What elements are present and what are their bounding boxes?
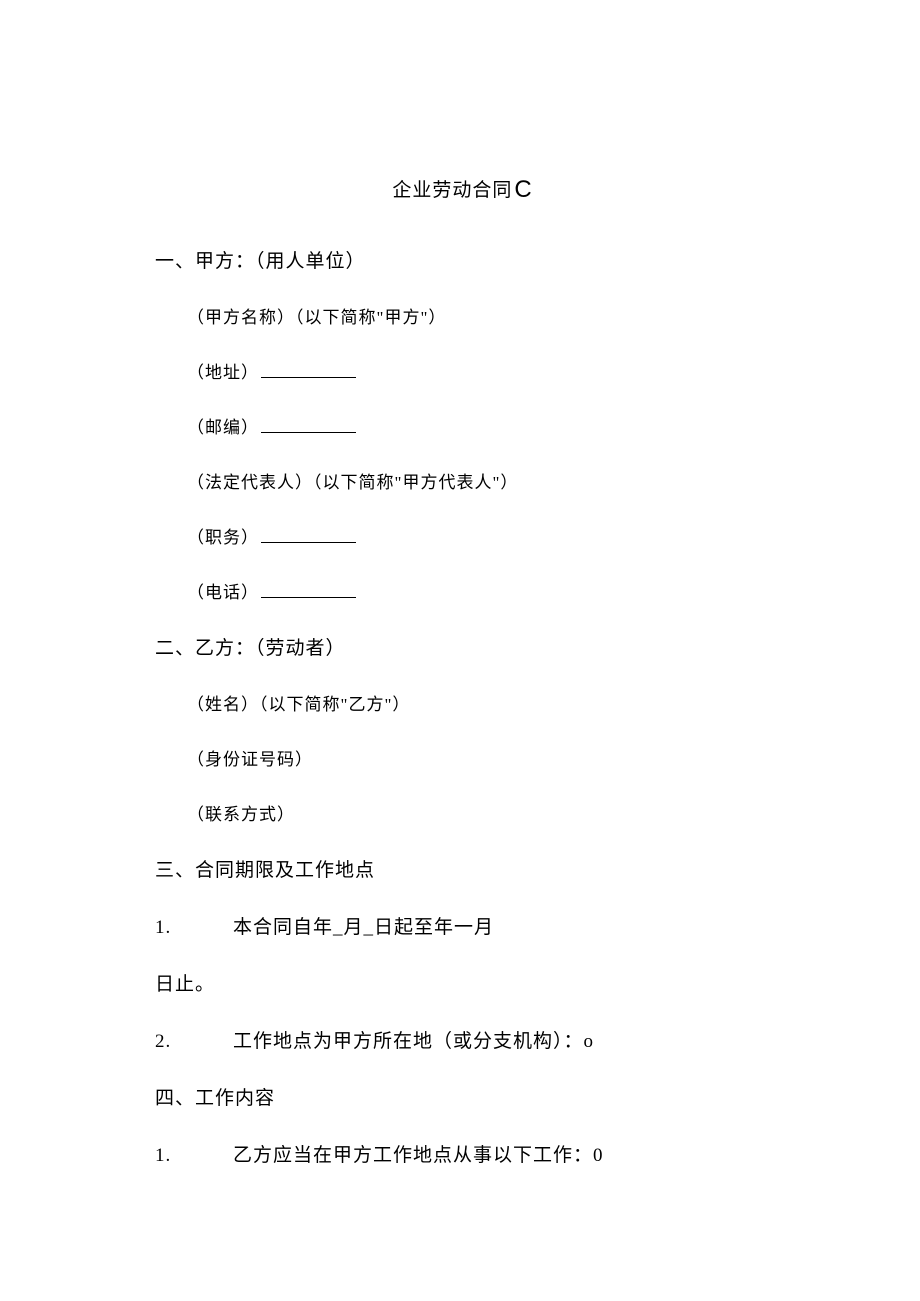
section-1-heading: 一、甲方：（用人单位）: [155, 246, 770, 273]
party-a-phone-field: （电话）: [187, 578, 770, 603]
section-3-heading: 三、合同期限及工作地点: [155, 855, 770, 882]
phone-blank: [261, 584, 356, 598]
party-a-address-field: （地址）: [187, 358, 770, 383]
item-number: 1.: [155, 917, 233, 939]
document-title: 企业劳动合同C: [155, 175, 770, 204]
postcode-label: （邮编）: [187, 418, 259, 437]
party-a-legal-rep-field: （法定代表人）（以下简称"甲方代表人"）: [187, 468, 770, 493]
title-main: 企业劳动合同: [392, 180, 512, 201]
party-b-id-field: （身份证号码）: [187, 745, 770, 770]
position-label: （职务）: [187, 528, 259, 547]
section-3-item-1: 1.本合同自年_月_日起至年一月: [155, 912, 770, 939]
party-b-name-field: （姓名）（以下简称"乙方"）: [187, 690, 770, 715]
section-2-heading: 二、乙方：（劳动者）: [155, 633, 770, 660]
party-a-name-field: （甲方名称）（以下简称"甲方"）: [187, 303, 770, 328]
section-4-heading: 四、工作内容: [155, 1083, 770, 1110]
title-suffix: C: [514, 176, 532, 203]
position-blank: [261, 529, 356, 543]
item-text: 工作地点为甲方所在地（或分支机构）：o: [233, 1031, 594, 1052]
section-3-item-1-cont: 日止。: [155, 969, 770, 996]
section-3-item-2: 2.工作地点为甲方所在地（或分支机构）：o: [155, 1026, 770, 1053]
party-a-postcode-field: （邮编）: [187, 413, 770, 438]
address-blank: [261, 364, 356, 378]
party-a-position-field: （职务）: [187, 523, 770, 548]
party-b-contact-field: （联系方式）: [187, 800, 770, 825]
section-4-item-1: 1.乙方应当在甲方工作地点从事以下工作：0: [155, 1140, 770, 1167]
item-number: 1.: [155, 1145, 233, 1167]
postcode-blank: [261, 419, 356, 433]
item-text: 乙方应当在甲方工作地点从事以下工作：0: [233, 1145, 604, 1166]
item-text: 本合同自年_月_日起至年一月: [233, 917, 494, 938]
address-label: （地址）: [187, 363, 259, 382]
item-number: 2.: [155, 1031, 233, 1053]
phone-label: （电话）: [187, 583, 259, 602]
